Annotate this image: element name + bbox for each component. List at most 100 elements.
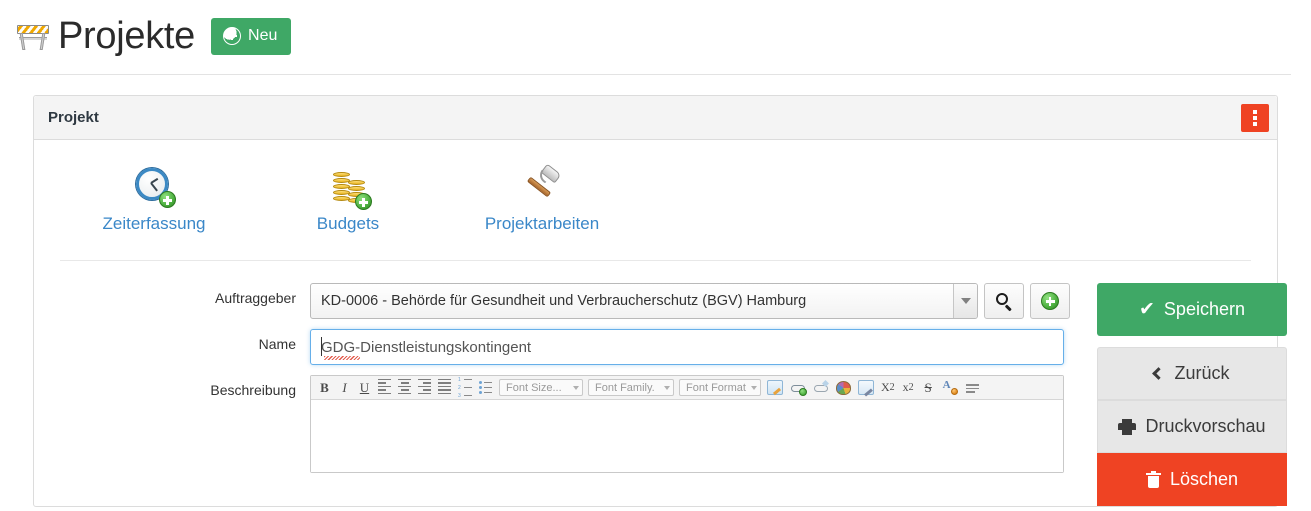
- color-palette-button[interactable]: [833, 378, 854, 398]
- delete-button-label: Löschen: [1169, 469, 1239, 489]
- auftraggeber-select[interactable]: KD-0006 - Behörde für Gesundheit und Ver…: [310, 283, 978, 319]
- hammer-icon: [518, 163, 566, 208]
- subscript-num: 2: [889, 382, 895, 393]
- form-row-auftraggeber: Auftraggeber KD-0006 - Behörde für Gesun…: [48, 283, 1070, 319]
- align-center-icon: [398, 378, 411, 397]
- shortcut-label: Zeiterfassung: [102, 214, 206, 233]
- back-button-label: Zurück: [1174, 363, 1230, 383]
- print-preview-button-label: Druckvorschau: [1145, 416, 1266, 436]
- font-size-label: Font Size...: [506, 381, 562, 394]
- shortcut-links: Zeiterfassung Budgets Projektarbeiten: [48, 140, 1263, 234]
- plus-circle-icon: [223, 26, 242, 45]
- remove-link-icon: [813, 380, 829, 395]
- panel-heading: Projekt: [34, 96, 1277, 140]
- horizontal-rule-button[interactable]: [962, 378, 984, 398]
- check-icon: ✔: [1139, 299, 1155, 320]
- font-size-select[interactable]: Font Size...: [499, 379, 583, 396]
- italic-button[interactable]: I: [335, 378, 354, 398]
- form-row-name: Name: [48, 329, 1070, 365]
- panel-title: Projekt: [48, 109, 99, 126]
- insert-note-button[interactable]: [764, 378, 786, 398]
- shortcut-budgets[interactable]: Budgets: [280, 166, 416, 234]
- chevron-down-icon: [751, 385, 757, 390]
- font-format-select[interactable]: Font Format: [679, 379, 761, 396]
- editor-toolbar: B I U 1 2 3 Font Size... Font Family. Fo…: [311, 376, 1063, 400]
- chevron-left-icon: [1152, 367, 1166, 380]
- vertical-ellipsis-icon: [1253, 121, 1257, 126]
- insert-note-icon: [767, 380, 783, 395]
- auftraggeber-label: Auftraggeber: [215, 290, 296, 306]
- coins-add-icon: [324, 166, 372, 210]
- color-palette-icon: [836, 380, 851, 395]
- page-header: Projekte Neu: [0, 0, 1311, 60]
- construction-barrier-icon: [16, 21, 50, 51]
- plus-circle-icon: [1041, 292, 1059, 310]
- shortcut-label: Budgets: [316, 214, 380, 233]
- unordered-list-button[interactable]: [476, 378, 496, 398]
- spellcheck-underline: [324, 356, 360, 360]
- search-icon: [995, 292, 1013, 311]
- text-caret: [321, 337, 322, 356]
- subscript-label: X: [881, 380, 890, 394]
- save-button-label: Speichern: [1163, 299, 1245, 319]
- horizontal-rule-icon: [965, 380, 981, 395]
- beschreibung-editor-body[interactable]: [311, 400, 1063, 472]
- project-panel: Projekt Zeiterfassung Budgets Projektarb…: [33, 95, 1287, 507]
- trash-icon: [1145, 470, 1161, 488]
- project-form: Auftraggeber KD-0006 - Behörde für Gesun…: [48, 261, 1287, 506]
- panel-menu-button[interactable]: [1241, 103, 1269, 132]
- chevron-down-icon: [664, 385, 670, 390]
- back-button[interactable]: Zurück: [1097, 347, 1287, 400]
- vertical-ellipsis-icon: [1253, 109, 1257, 114]
- superscript-button[interactable]: x2: [899, 378, 918, 398]
- name-input[interactable]: [310, 329, 1064, 365]
- font-family-label: Font Family.: [595, 381, 655, 394]
- remove-link-button[interactable]: [810, 378, 832, 398]
- form-row-beschreibung: Beschreibung B I U 1 2 3 Font Size... Fo…: [48, 375, 1070, 473]
- strikethrough-button[interactable]: S: [919, 378, 938, 398]
- font-format-label: Font Format: [686, 381, 746, 394]
- name-label: Name: [258, 336, 296, 352]
- align-right-button[interactable]: [415, 378, 434, 398]
- unordered-list-icon: [479, 381, 493, 394]
- underline-button[interactable]: U: [355, 378, 374, 398]
- align-right-icon: [418, 378, 431, 397]
- auftraggeber-add-button[interactable]: [1030, 283, 1070, 319]
- delete-button[interactable]: Löschen: [1097, 453, 1287, 506]
- align-left-button[interactable]: [375, 378, 394, 398]
- beschreibung-editor: B I U 1 2 3 Font Size... Font Family. Fo…: [310, 375, 1064, 473]
- auftraggeber-search-button[interactable]: [984, 283, 1024, 319]
- edit-image-button[interactable]: [855, 378, 877, 398]
- print-preview-button[interactable]: Druckvorschau: [1097, 400, 1287, 453]
- insert-link-icon: [790, 380, 807, 396]
- insert-link-button[interactable]: [787, 378, 809, 398]
- font-family-select[interactable]: Font Family.: [588, 379, 674, 396]
- new-button-label: Neu: [248, 26, 278, 44]
- vertical-ellipsis-icon: [1253, 115, 1257, 120]
- bold-button[interactable]: B: [315, 378, 334, 398]
- header-divider: [20, 74, 1291, 75]
- printer-icon: [1118, 418, 1137, 435]
- subscript-button[interactable]: X2: [878, 378, 898, 398]
- ordered-list-icon: 1 2 3: [458, 377, 472, 399]
- chevron-down-icon[interactable]: [953, 284, 977, 318]
- ordered-list-button[interactable]: 1 2 3: [455, 377, 475, 399]
- align-left-icon: [378, 378, 391, 397]
- new-button[interactable]: Neu: [211, 17, 292, 55]
- action-buttons: ✔ Speichern Zurück Druckvorschau Löschen: [1097, 283, 1287, 506]
- text-color-button[interactable]: A: [939, 378, 961, 398]
- shortcut-projektarbeiten[interactable]: Projektarbeiten: [474, 163, 610, 234]
- clock-add-icon: [130, 166, 178, 208]
- align-justify-button[interactable]: [435, 378, 454, 398]
- page-title: Projekte: [58, 15, 196, 57]
- shortcut-zeiterfassung[interactable]: Zeiterfassung: [86, 166, 222, 234]
- auftraggeber-value: KD-0006 - Behörde für Gesundheit und Ver…: [321, 293, 807, 309]
- panel-body: Zeiterfassung Budgets Projektarbeiten Au…: [34, 140, 1287, 506]
- text-color-icon: A: [942, 380, 958, 395]
- beschreibung-label: Beschreibung: [210, 382, 296, 398]
- align-justify-icon: [438, 378, 451, 397]
- chevron-down-icon: [573, 385, 579, 390]
- save-button[interactable]: ✔ Speichern: [1097, 283, 1287, 336]
- edit-image-icon: [858, 380, 874, 395]
- align-center-button[interactable]: [395, 378, 414, 398]
